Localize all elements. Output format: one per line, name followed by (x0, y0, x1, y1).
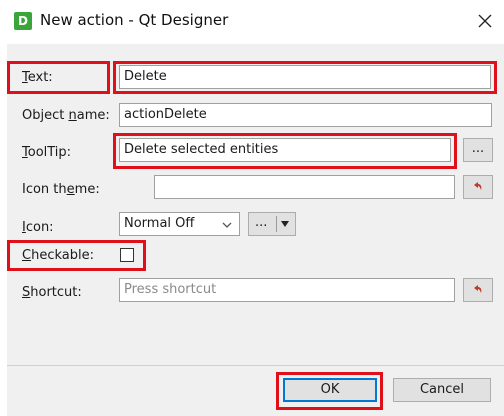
checkable-label: Checkable: (22, 248, 94, 263)
icon-theme-reset-button[interactable] (463, 175, 493, 199)
icon-theme-label: Icon theme: (22, 182, 100, 197)
ok-button[interactable]: OK (283, 378, 377, 402)
tooltip-input[interactable]: Delete selected entities (119, 138, 451, 162)
icon-chooser-divider (276, 216, 277, 232)
icon-theme-input[interactable] (154, 175, 455, 199)
cancel-button[interactable]: Cancel (393, 378, 491, 402)
icon-label: Icon: (22, 220, 54, 235)
reset-arrow-icon (474, 285, 482, 293)
text-label: Text: (22, 70, 53, 85)
close-icon (478, 14, 492, 28)
object-name-label: Object name: (22, 108, 110, 123)
icon-chooser-button[interactable]: ... (248, 212, 296, 236)
tooltip-rich-text-button[interactable]: ... (463, 138, 493, 162)
button-box-separator (7, 365, 504, 366)
title-bar: D New action - Qt Designer (0, 0, 504, 44)
icon-mode-value: Normal Off (124, 216, 195, 231)
dropdown-arrow-icon (281, 221, 289, 227)
icon-mode-select[interactable]: Normal Off (119, 212, 240, 236)
chevron-down-icon (222, 222, 232, 228)
qt-designer-app-icon: D (14, 12, 32, 30)
shortcut-reset-button[interactable] (463, 278, 493, 302)
shortcut-label: Shortcut: (22, 285, 82, 300)
reset-arrow-icon (474, 182, 482, 190)
object-name-input[interactable]: actionDelete (119, 103, 492, 127)
checkable-checkbox[interactable] (120, 248, 134, 262)
shortcut-input[interactable]: Press shortcut (119, 278, 455, 302)
text-input[interactable]: Delete (119, 65, 491, 89)
close-button[interactable] (470, 6, 500, 36)
window-title: New action - Qt Designer (40, 11, 229, 29)
tooltip-label: ToolTip: (22, 145, 72, 160)
icon-chooser-button-label: ... (255, 215, 268, 230)
